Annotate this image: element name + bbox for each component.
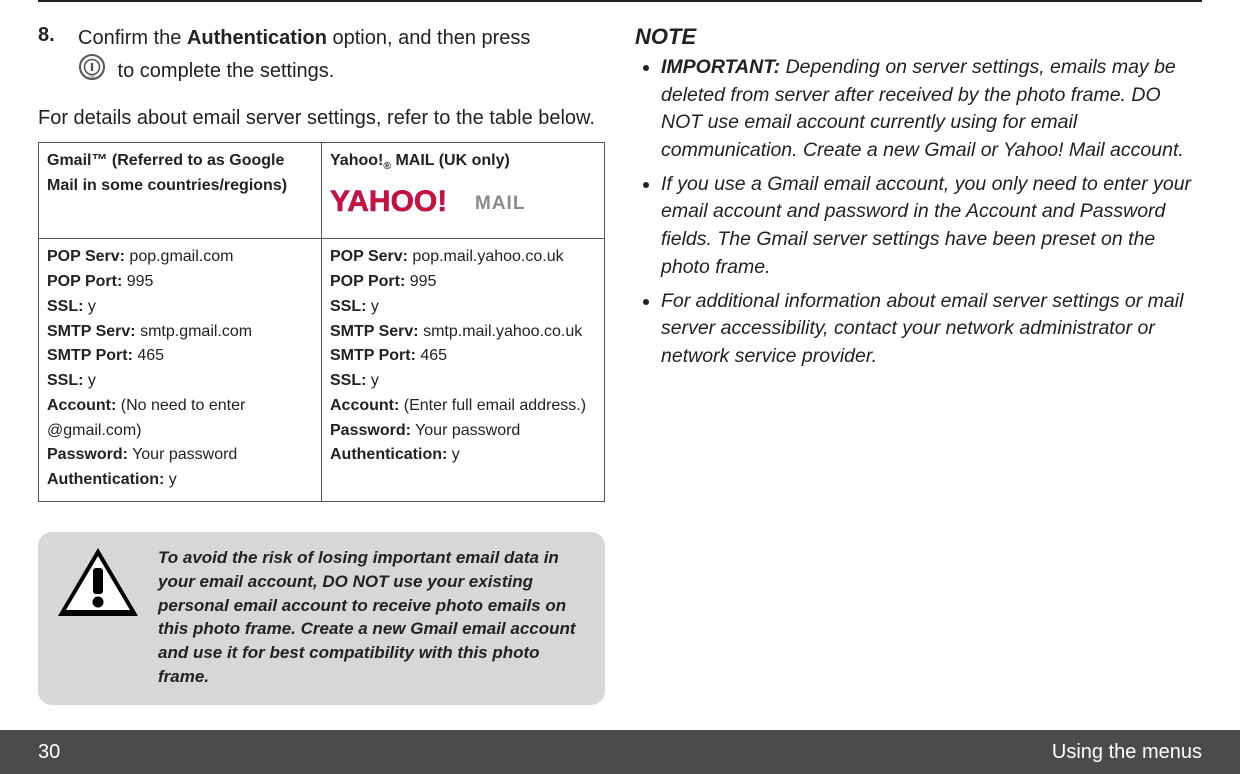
yahoo-ssl2-label: SSL: (330, 372, 366, 389)
gmail-smtp-serv-value: smtp.gmail.com (136, 323, 252, 340)
step-text-mid: option, and then press (327, 27, 530, 49)
gmail-account-label: Account: (47, 397, 116, 414)
note-heading: NOTE (635, 24, 1202, 50)
section-title: Using the menus (1052, 741, 1202, 764)
right-column: NOTE IMPORTANT: Depending on server sett… (635, 24, 1202, 705)
yahoo-registered: ® (383, 161, 391, 172)
gmail-smtp-serv-label: SMTP Serv: (47, 323, 136, 340)
gmail-password-value: Your password (128, 446, 237, 463)
yahoo-auth-value: y (447, 446, 459, 463)
gmail-header-line1: Gmail™ (Referred to as Google (47, 152, 284, 169)
gmail-ssl2-value: y (83, 372, 95, 389)
step-text-after: to complete the settings. (112, 60, 334, 82)
step-text: Confirm the Authentication option, and t… (78, 24, 530, 90)
page-footer: 30 Using the menus (0, 730, 1240, 774)
svg-text:YAHOO!: YAHOO! (330, 185, 447, 218)
yahoo-smtp-port-label: SMTP Port: (330, 347, 416, 364)
note-list: IMPORTANT: Depending on server settings,… (635, 54, 1202, 371)
yahoo-smtp-serv-value: smtp.mail.yahoo.co.uk (419, 323, 583, 340)
gmail-pop-port-label: POP Port: (47, 273, 122, 290)
yahoo-password-label: Password: (330, 422, 411, 439)
gmail-password-label: Password: (47, 446, 128, 463)
gmail-smtp-port-label: SMTP Port: (47, 347, 133, 364)
note-item-1: IMPORTANT: Depending on server settings,… (661, 54, 1202, 165)
svg-text:MAIL: MAIL (475, 193, 525, 214)
gmail-header-cell: Gmail™ (Referred to as Google Mail in so… (39, 143, 322, 239)
note-item-3: For additional information about email s… (661, 288, 1202, 371)
details-paragraph: For details about email server settings,… (38, 104, 605, 132)
note-important-label: IMPORTANT: (661, 56, 780, 78)
gmail-pop-serv-value: pop.gmail.com (125, 248, 234, 265)
yahoo-mail-logo: YAHOO! MAIL (330, 181, 596, 230)
yahoo-pop-port-value: 995 (405, 273, 436, 290)
step-8: 8. Confirm the Authentication option, an… (38, 24, 605, 90)
yahoo-ssl2-value: y (366, 372, 378, 389)
warning-text: To avoid the risk of losing important em… (158, 546, 587, 689)
svg-text:OK: OK (88, 75, 96, 81)
yahoo-auth-label: Authentication: (330, 446, 447, 463)
left-column: 8. Confirm the Authentication option, an… (38, 24, 605, 705)
yahoo-ssl1-value: y (366, 298, 378, 315)
yahoo-header-b: MAIL (UK only) (391, 152, 510, 169)
yahoo-smtp-serv-label: SMTP Serv: (330, 323, 419, 340)
gmail-smtp-port-value: 465 (133, 347, 164, 364)
gmail-pop-port-value: 995 (122, 273, 153, 290)
yahoo-settings-cell: POP Serv: pop.mail.yahoo.co.uk POP Port:… (322, 239, 605, 502)
yahoo-pop-port-label: POP Port: (330, 273, 405, 290)
gmail-auth-label: Authentication: (47, 471, 164, 488)
page-number: 30 (38, 741, 60, 764)
yahoo-header-cell: Yahoo!® MAIL (UK only) YAHOO! MAIL (322, 143, 605, 239)
gmail-auth-value: y (164, 471, 176, 488)
warning-callout: To avoid the risk of losing important em… (38, 532, 605, 705)
gmail-pop-serv-label: POP Serv: (47, 248, 125, 265)
gmail-ssl2-label: SSL: (47, 372, 83, 389)
yahoo-smtp-port-value: 465 (416, 347, 447, 364)
gmail-ssl1-value: y (83, 298, 95, 315)
server-settings-table: Gmail™ (Referred to as Google Mail in so… (38, 142, 605, 502)
gmail-settings-cell: POP Serv: pop.gmail.com POP Port: 995 SS… (39, 239, 322, 502)
step-text-before: Confirm the (78, 27, 187, 49)
authentication-word: Authentication (187, 27, 327, 49)
page-body: 8. Confirm the Authentication option, an… (0, 16, 1240, 705)
yahoo-pop-serv-label: POP Serv: (330, 248, 408, 265)
yahoo-header-a: Yahoo! (330, 152, 383, 169)
warning-icon (56, 546, 140, 625)
yahoo-account-label: Account: (330, 397, 399, 414)
gmail-header-line2: Mail in some countries/regions) (47, 177, 287, 194)
ok-button-icon: OK (78, 53, 106, 90)
yahoo-password-value: Your password (411, 422, 520, 439)
step-number: 8. (38, 24, 64, 90)
yahoo-ssl1-label: SSL: (330, 298, 366, 315)
yahoo-account-value: (Enter full email address.) (399, 397, 586, 414)
note-item-2: If you use a Gmail email account, you on… (661, 171, 1202, 282)
yahoo-pop-serv-value: pop.mail.yahoo.co.uk (408, 248, 564, 265)
gmail-ssl1-label: SSL: (47, 298, 83, 315)
